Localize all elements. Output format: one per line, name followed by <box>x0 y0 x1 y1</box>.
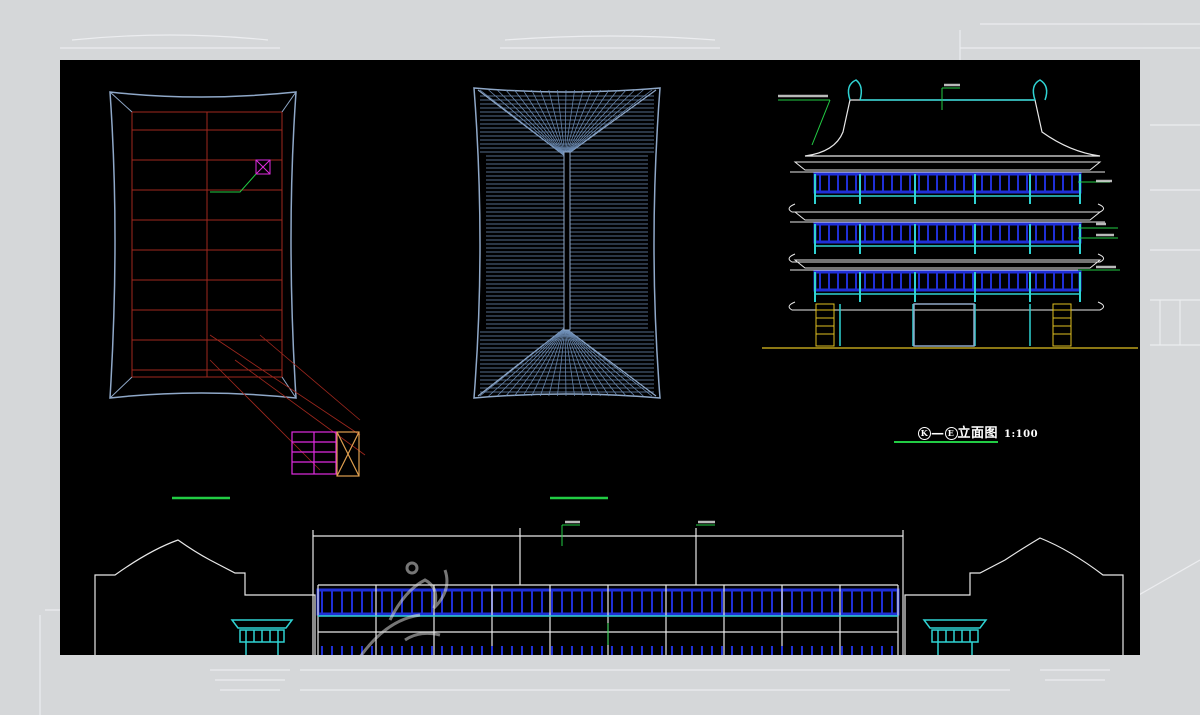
long-elevation <box>94 520 1124 655</box>
cad-drawing <box>94 79 1138 655</box>
hatch-line <box>564 327 610 397</box>
stair-detail-box <box>336 431 360 477</box>
glazing-band <box>813 270 1082 292</box>
plan-leader-line <box>210 173 257 193</box>
hatch-line <box>564 327 567 397</box>
hatch-line <box>531 327 566 397</box>
drawing-scale: 1:100 <box>1004 429 1039 440</box>
hatch-line <box>564 327 644 397</box>
glazing-band <box>813 222 1082 244</box>
elevation-name: 立面图 <box>957 426 999 441</box>
roof-framing-plan <box>109 91 366 500</box>
hatch-line <box>496 327 566 397</box>
bracket-eave <box>788 203 1104 213</box>
floor-eave <box>793 211 1102 221</box>
plan-grid <box>131 111 283 378</box>
hatch-line <box>505 327 566 397</box>
hatch-line <box>564 327 601 397</box>
stair-detail-magenta <box>291 431 337 475</box>
hatch-line <box>564 327 636 397</box>
roof-tile-plan <box>473 87 661 500</box>
floor-eave <box>793 259 1102 269</box>
right-gate-pavilion <box>922 619 988 655</box>
left-gate-pavilion <box>230 619 294 655</box>
plan-hip-lines <box>109 91 297 399</box>
front-elevation <box>762 79 1138 443</box>
floor-eave <box>793 161 1102 171</box>
plan-roof-outline <box>109 91 297 399</box>
hatch-line <box>488 327 566 397</box>
plan-stair-projection <box>209 334 366 471</box>
axis-end-mark: E <box>944 427 958 440</box>
plan-magenta-tag <box>255 159 271 175</box>
axis-start-mark: K <box>918 427 931 440</box>
cad-viewport[interactable]: K — E 立面图 1:100 <box>60 60 1140 655</box>
left-gable-wall <box>94 539 316 655</box>
bracket-eave <box>788 301 1104 311</box>
top-roof <box>804 99 1101 157</box>
title-dash: — <box>931 426 945 441</box>
roof-ridge <box>563 151 571 331</box>
elevation-title: K — E 立面图 1:100 <box>918 422 1038 441</box>
roof-ornaments <box>847 79 1048 101</box>
glazing-band <box>813 172 1082 194</box>
elevation-floors <box>788 161 1105 311</box>
bracket-eave <box>788 253 1104 263</box>
